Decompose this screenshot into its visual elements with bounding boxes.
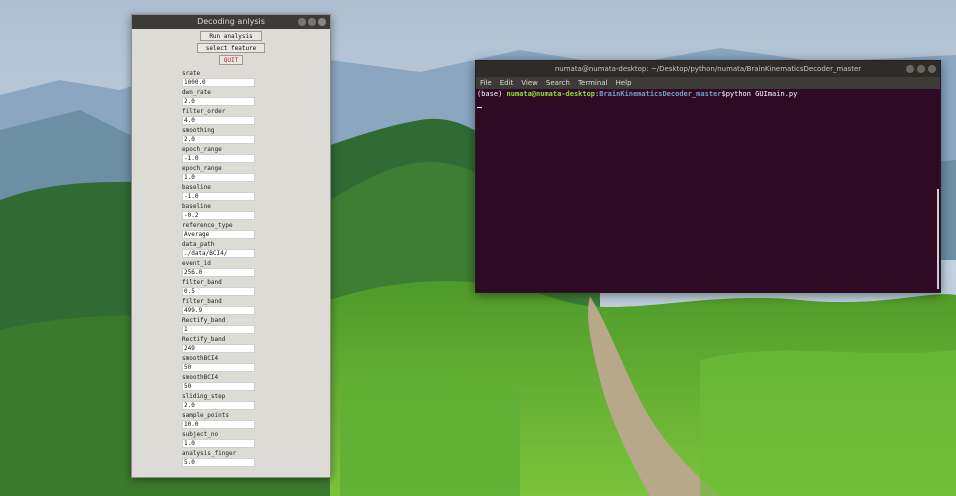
field-label: Rectify_band [182,336,226,343]
select-feature-button[interactable]: select feature [196,43,266,53]
field-label: filter_band [182,279,222,286]
field-entry[interactable]: 4.0 [182,116,255,125]
field-entry[interactable]: 249 [182,344,255,353]
field-entry[interactable]: 5.0 [182,458,255,467]
field-label: Rectify_band [182,317,226,324]
command-text: python GUImain.py [725,90,798,98]
menu-view[interactable]: View [521,77,538,89]
close-icon[interactable] [928,65,936,73]
menu-search[interactable]: Search [546,77,570,89]
field-entry[interactable]: 256.0 [182,268,255,277]
field-entry[interactable]: -0.2 [182,211,255,220]
field-label: dwn_rate [182,89,211,96]
field-entry[interactable]: Average [182,230,255,239]
prompt-user: numata@numata-desktop [506,90,596,98]
terminal-title: numata@numata-desktop: ~/Desktop/python/… [554,65,862,73]
command-line: (base) numata@numata-desktop:BrainKinema… [477,89,939,99]
quit-button[interactable]: QUIT [218,55,244,65]
field-label: epoch_range [182,146,222,153]
field-label: smoothBCI4 [182,374,219,381]
maximize-icon[interactable] [308,18,316,26]
field-label: baseline [182,184,211,191]
field-entry[interactable]: ./data/BCI4/ [182,249,255,258]
field-label: data_path [182,241,215,248]
field-entry[interactable]: 2.0 [182,97,255,106]
field-label: baseline [182,203,211,210]
field-label: reference_type [182,222,233,229]
parameter-form: srate 1000.0 dwn_rate 2.0 filter_order 4… [182,69,256,468]
field-entry[interactable]: 2.0 [182,401,255,410]
menu-edit[interactable]: Edit [500,77,514,89]
close-icon[interactable] [318,18,326,26]
field-label: filter_order [182,108,226,115]
field-entry[interactable]: 1.0 [182,439,255,448]
run-analysis-button[interactable]: Run analysis [200,31,262,41]
field-entry[interactable]: 1 [182,325,255,334]
field-label: sample_points [182,412,229,419]
field-label: sliding_step [182,393,226,400]
terminal-window: numata@numata-desktop: ~/Desktop/python/… [475,60,941,293]
field-label: subject_no [182,431,219,438]
analysis-window-title: Decoding anlysis [197,17,265,26]
terminal-menubar: File Edit View Search Terminal Help [476,77,940,89]
field-entry[interactable]: 2.0 [182,135,255,144]
field-label: analysis_finger [182,450,237,457]
field-entry[interactable]: -1.0 [182,154,255,163]
menu-terminal[interactable]: Terminal [578,77,608,89]
field-entry[interactable]: 499.9 [182,306,255,315]
field-label: smoothBCI4 [182,355,219,362]
field-entry[interactable]: 1000.0 [182,78,255,87]
field-entry[interactable]: 0.5 [182,287,255,296]
minimize-icon[interactable] [906,65,914,73]
analysis-window-titlebar[interactable]: Decoding anlysis [132,15,330,29]
maximize-icon[interactable] [917,65,925,73]
field-label: event_id [182,260,211,267]
terminal-output[interactable]: (base) numata@numata-desktop:BrainKinema… [476,89,940,292]
field-entry[interactable]: -1.0 [182,192,255,201]
menu-file[interactable]: File [480,77,492,89]
field-entry[interactable]: 50 [182,363,255,372]
menu-help[interactable]: Help [616,77,632,89]
field-label: srate [182,70,201,77]
terminal-titlebar[interactable]: numata@numata-desktop: ~/Desktop/python/… [476,61,940,77]
field-entry[interactable]: 50 [182,382,255,391]
field-label: epoch_range [182,165,222,172]
decoding-analysis-window: Decoding anlysis Run analysis select fea… [131,14,331,478]
field-label: smoothing [182,127,215,134]
prompt-path: BrainKinematicsDecoder_master [599,90,722,98]
field-label: filter_band [182,298,222,305]
terminal-scrollbar[interactable] [937,189,939,289]
text-cursor [477,99,482,108]
minimize-icon[interactable] [298,18,306,26]
prompt-env: (base) [477,90,507,98]
field-entry[interactable]: 10.0 [182,420,255,429]
field-entry[interactable]: 1.0 [182,173,255,182]
